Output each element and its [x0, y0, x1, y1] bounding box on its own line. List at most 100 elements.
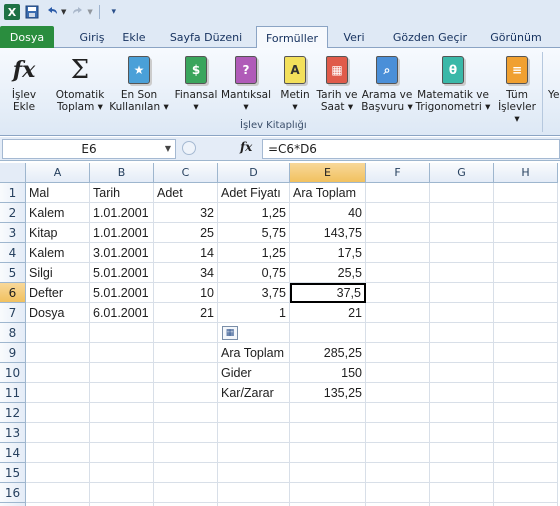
cell-f12[interactable] — [366, 403, 430, 423]
column-header-g[interactable]: G — [430, 163, 494, 183]
recently-used-button[interactable]: ★ En Son Kullanılan ▾ — [108, 54, 170, 113]
cell-g1[interactable] — [430, 183, 494, 203]
cell-e6[interactable]: 37,5 — [290, 283, 366, 303]
row-header-8[interactable]: 8 — [0, 323, 26, 343]
cell-d10[interactable]: Gider — [218, 363, 290, 383]
cell-c10[interactable] — [154, 363, 218, 383]
cell-f16[interactable] — [366, 483, 430, 503]
cell-b10[interactable] — [90, 363, 154, 383]
cell-h3[interactable] — [494, 223, 558, 243]
insert-function-button[interactable]: fx İşlev Ekle — [4, 54, 44, 113]
cell-e9[interactable]: 285,25 — [290, 343, 366, 363]
cell-e2[interactable]: 40 — [290, 203, 366, 223]
cell-h4[interactable] — [494, 243, 558, 263]
cell-b14[interactable] — [90, 443, 154, 463]
cell-h2[interactable] — [494, 203, 558, 223]
cell-f13[interactable] — [366, 423, 430, 443]
select-all-corner[interactable] — [0, 163, 26, 183]
cell-c14[interactable] — [154, 443, 218, 463]
cell-b2[interactable]: 1.01.2001 — [90, 203, 154, 223]
cell-h9[interactable] — [494, 343, 558, 363]
cell-h6[interactable] — [494, 283, 558, 303]
cell-g6[interactable] — [430, 283, 494, 303]
cell-g7[interactable] — [430, 303, 494, 323]
cell-a16[interactable] — [26, 483, 90, 503]
cell-d14[interactable] — [218, 443, 290, 463]
cell-d2[interactable]: 1,25 — [218, 203, 290, 223]
cell-b16[interactable] — [90, 483, 154, 503]
undo-dropdown-icon[interactable]: ▼ — [61, 8, 66, 16]
cell-h16[interactable] — [494, 483, 558, 503]
cell-a8[interactable] — [26, 323, 90, 343]
cell-a2[interactable]: Kalem — [26, 203, 90, 223]
lookup-reference-button[interactable]: ⌕ Arama ve Başvuru ▾ — [360, 54, 414, 113]
tab-insert[interactable]: Ekle — [116, 26, 152, 48]
cell-c13[interactable] — [154, 423, 218, 443]
cell-e16[interactable] — [290, 483, 366, 503]
cell-a4[interactable]: Kalem — [26, 243, 90, 263]
cell-e3[interactable]: 143,75 — [290, 223, 366, 243]
cell-h13[interactable] — [494, 423, 558, 443]
column-header-h[interactable]: H — [494, 163, 558, 183]
cell-f14[interactable] — [366, 443, 430, 463]
cell-h15[interactable] — [494, 463, 558, 483]
cell-c15[interactable] — [154, 463, 218, 483]
cell-e5[interactable]: 25,5 — [290, 263, 366, 283]
column-header-c[interactable]: C — [154, 163, 218, 183]
cell-d1[interactable]: Adet Fiyatı — [218, 183, 290, 203]
row-header-6[interactable]: 6 — [0, 283, 26, 303]
cell-g9[interactable] — [430, 343, 494, 363]
cell-g2[interactable] — [430, 203, 494, 223]
cell-g4[interactable] — [430, 243, 494, 263]
name-box[interactable]: E6 ▼ — [2, 139, 176, 159]
formula-input[interactable]: =C6*D6 — [262, 139, 560, 159]
cell-h11[interactable] — [494, 383, 558, 403]
cell-g5[interactable] — [430, 263, 494, 283]
cell-e1[interactable]: Ara Toplam — [290, 183, 366, 203]
row-header-12[interactable]: 12 — [0, 403, 26, 423]
cell-d5[interactable]: 0,75 — [218, 263, 290, 283]
cell-c9[interactable] — [154, 343, 218, 363]
chevron-down-icon[interactable]: ▼ — [165, 144, 171, 153]
cell-c16[interactable] — [154, 483, 218, 503]
financial-button[interactable]: $ Finansal ▾ — [172, 54, 220, 113]
row-header-15[interactable]: 15 — [0, 463, 26, 483]
cell-e15[interactable] — [290, 463, 366, 483]
cell-h1[interactable] — [494, 183, 558, 203]
column-header-f[interactable]: F — [366, 163, 430, 183]
cell-d12[interactable] — [218, 403, 290, 423]
cell-a13[interactable] — [26, 423, 90, 443]
row-header-11[interactable]: 11 — [0, 383, 26, 403]
cell-a15[interactable] — [26, 463, 90, 483]
cell-e11[interactable]: 135,25 — [290, 383, 366, 403]
autosum-button[interactable]: Σ Otomatik Toplam ▾ — [52, 54, 108, 113]
cell-f9[interactable] — [366, 343, 430, 363]
cell-a1[interactable]: Mal — [26, 183, 90, 203]
expand-icon[interactable] — [182, 141, 196, 155]
all-functions-button[interactable]: ≡ Tüm İşlevler ▾ — [494, 54, 540, 125]
row-header-4[interactable]: 4 — [0, 243, 26, 263]
cell-h10[interactable] — [494, 363, 558, 383]
paste-options-icon[interactable]: ▦ — [222, 326, 238, 340]
cell-b1[interactable]: Tarih — [90, 183, 154, 203]
cell-d7[interactable]: 1 — [218, 303, 290, 323]
cell-e8[interactable] — [290, 323, 366, 343]
cell-f3[interactable] — [366, 223, 430, 243]
cell-e14[interactable] — [290, 443, 366, 463]
cell-d4[interactable]: 1,25 — [218, 243, 290, 263]
cell-g3[interactable] — [430, 223, 494, 243]
cell-c5[interactable]: 34 — [154, 263, 218, 283]
cell-f10[interactable] — [366, 363, 430, 383]
cell-b15[interactable] — [90, 463, 154, 483]
cell-f8[interactable] — [366, 323, 430, 343]
row-header-10[interactable]: 10 — [0, 363, 26, 383]
cell-b5[interactable]: 5.01.2001 — [90, 263, 154, 283]
cell-f2[interactable] — [366, 203, 430, 223]
cell-a14[interactable] — [26, 443, 90, 463]
row-header-16[interactable]: 16 — [0, 483, 26, 503]
math-trig-button[interactable]: θ Matematik ve Trigonometri ▾ — [414, 54, 492, 113]
excel-icon[interactable]: X — [4, 4, 20, 20]
row-header-7[interactable]: 7 — [0, 303, 26, 323]
cell-e4[interactable]: 17,5 — [290, 243, 366, 263]
cell-a12[interactable] — [26, 403, 90, 423]
